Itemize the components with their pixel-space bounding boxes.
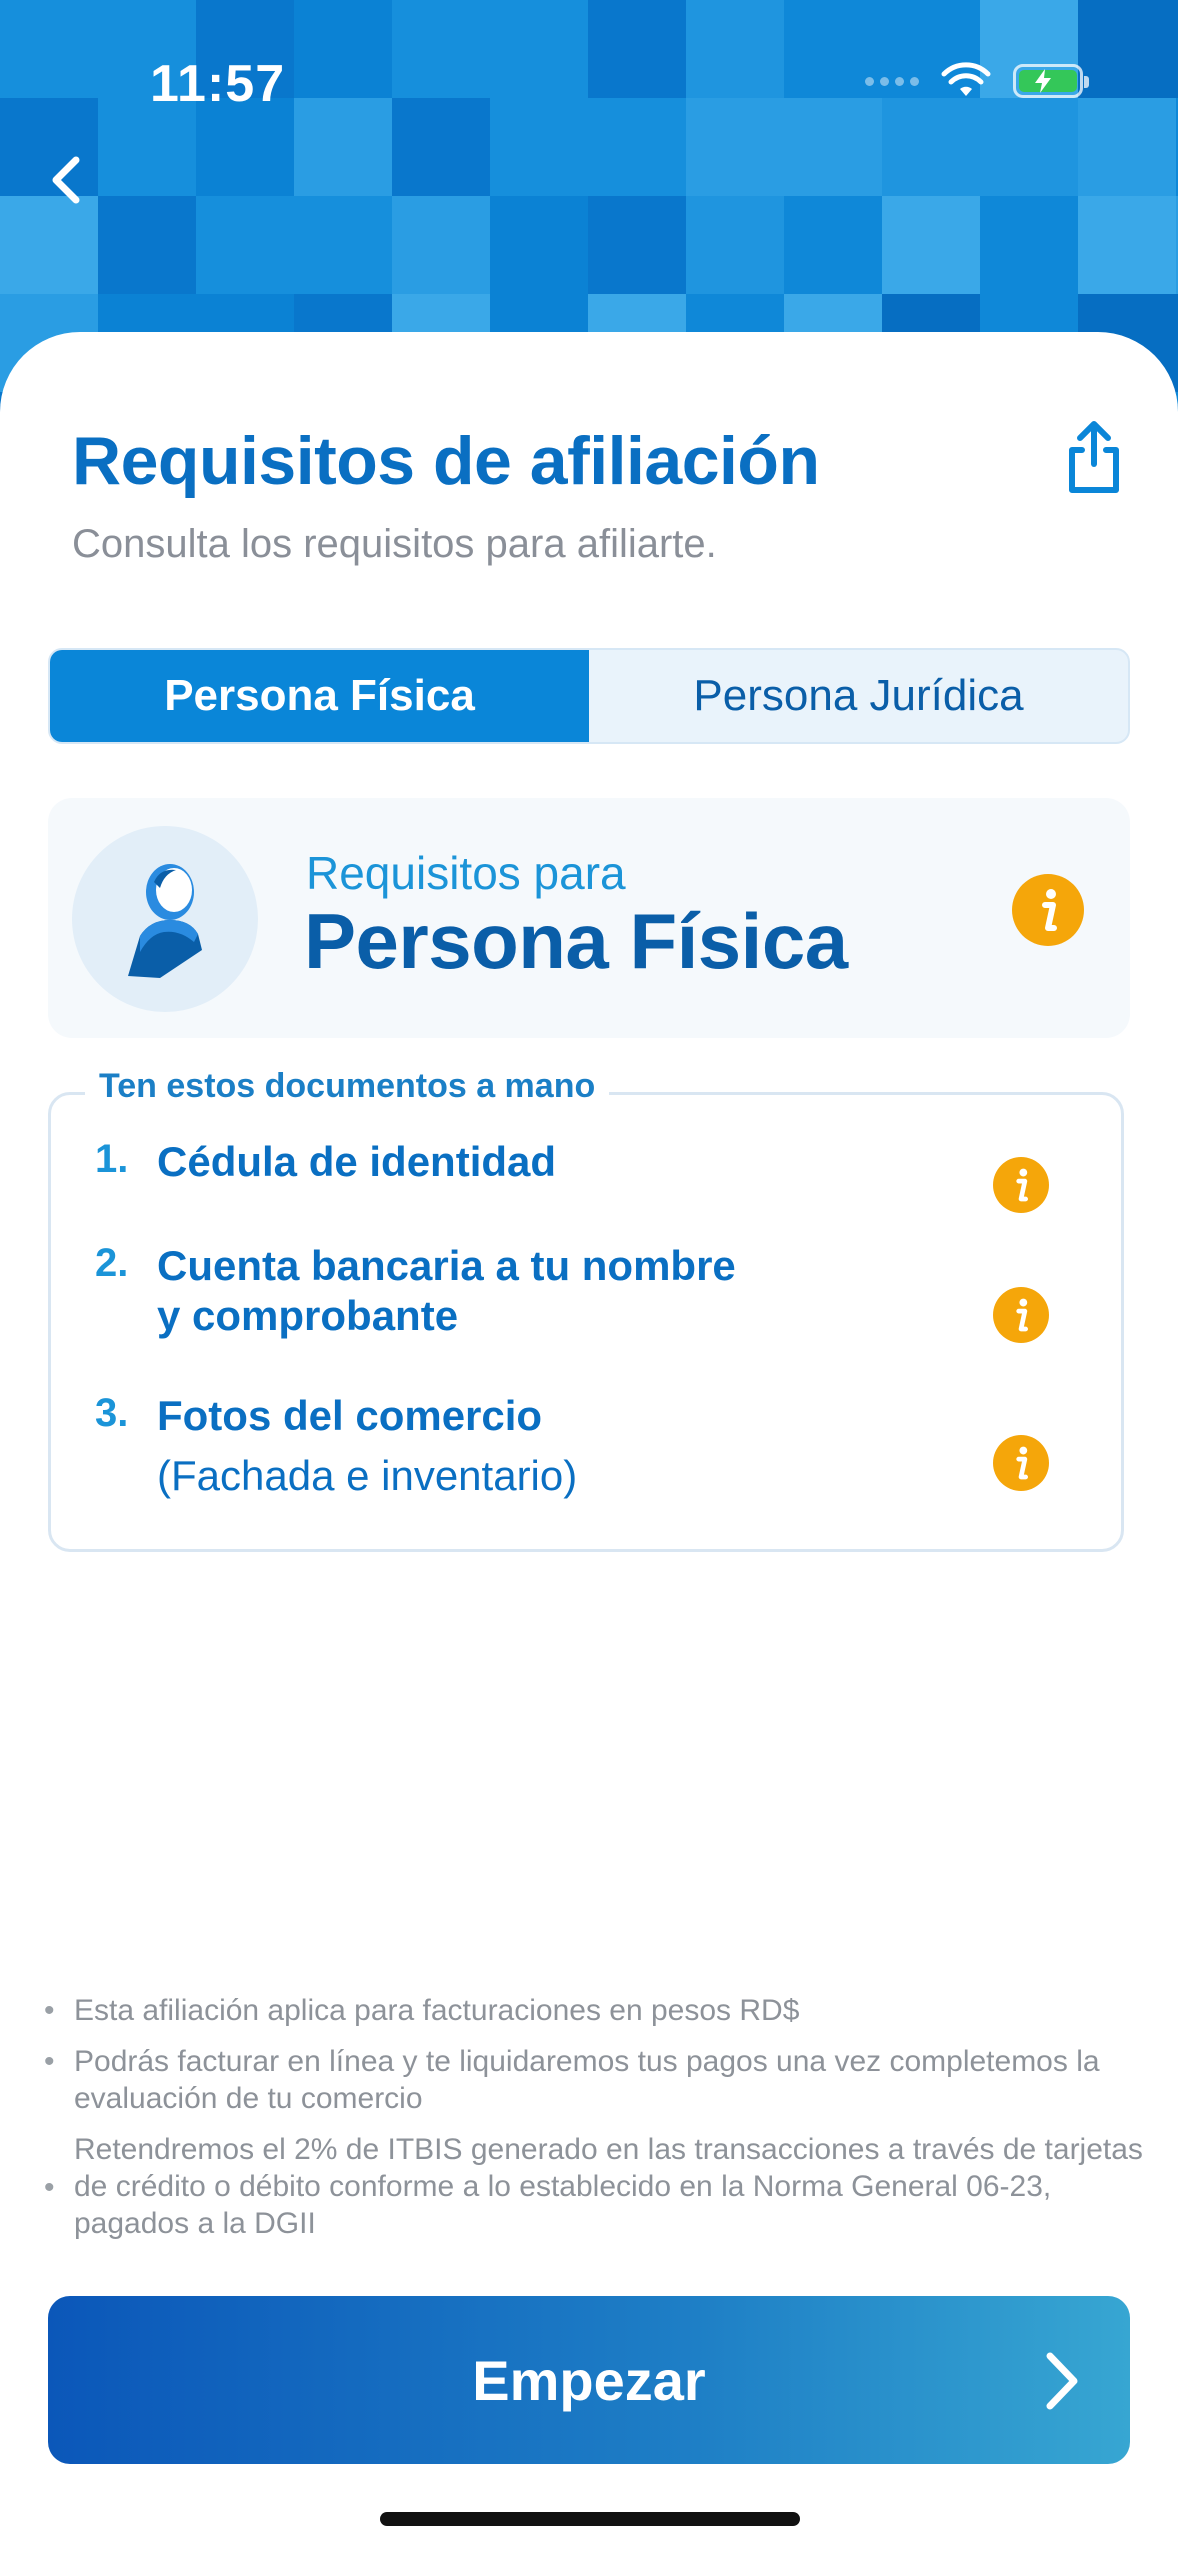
wifi-icon — [941, 62, 991, 96]
header-tile — [294, 196, 392, 294]
document-number: 3. — [95, 1391, 129, 1435]
share-icon — [1069, 421, 1119, 493]
page-subtitle: Consulta los requisitos para afiliarte. — [72, 522, 717, 566]
document-number: 2. — [95, 1241, 129, 1285]
person-avatar — [72, 826, 258, 1012]
requirements-panel: Requisitos para Persona Física — [48, 798, 1130, 1038]
start-button-label: Empezar — [472, 2348, 706, 2412]
back-button[interactable] — [40, 140, 100, 220]
header-tile — [392, 0, 490, 98]
document-info-button[interactable] — [993, 1435, 1049, 1491]
info-icon — [993, 1435, 1049, 1491]
header-tile — [196, 196, 294, 294]
document-line1: Fotos del comercio — [157, 1392, 543, 1439]
header-tile — [882, 196, 980, 294]
requirements-label: Requisitos para — [306, 847, 626, 899]
battery-icon — [1013, 64, 1089, 98]
document-line1: Cédula de identidad — [157, 1138, 557, 1185]
header-tile — [588, 196, 686, 294]
header-tile — [1078, 196, 1176, 294]
header-tile — [784, 196, 882, 294]
header-tile — [1078, 98, 1176, 196]
header-tile — [392, 196, 490, 294]
status-icons — [865, 62, 1089, 100]
document-line2: y comprobante — [157, 1292, 459, 1339]
info-icon — [1012, 874, 1084, 946]
requirements-info-button[interactable] — [1012, 874, 1084, 946]
document-text: Cédula de identidad — [157, 1137, 556, 1187]
header-tile — [784, 98, 882, 196]
documents-box: Ten estos documentos a mano 1. Cédula de… — [48, 1067, 1124, 1552]
share-button[interactable] — [1062, 418, 1126, 498]
document-text: Fotos del comercio (Fachada e inventario… — [157, 1391, 577, 1501]
cellular-signal-icon — [865, 76, 919, 86]
header-tile — [294, 98, 392, 196]
document-line2: (Fachada e inventario) — [157, 1452, 578, 1499]
content-card: Requisitos de afiliación Consulta los re… — [0, 332, 1178, 2556]
note-item: • Retendremos el 2% de ITBIS generado en… — [44, 2131, 1144, 2242]
header-tile — [490, 98, 588, 196]
header-tile — [98, 196, 196, 294]
info-icon — [993, 1157, 1049, 1213]
document-text: Cuenta bancaria a tu nombre y comprobant… — [157, 1241, 736, 1341]
note-item: • Podrás facturar en línea y te liquidar… — [44, 2043, 1144, 2117]
documents-legend: Ten estos documentos a mano — [85, 1067, 610, 1106]
bullet-icon: • — [44, 2045, 55, 2078]
tab-persona-fisica[interactable]: Persona Física — [50, 650, 589, 742]
page-title: Requisitos de afiliación — [72, 423, 820, 499]
header-tile — [588, 0, 686, 98]
note-item: • Esta afiliación aplica para facturacio… — [44, 1992, 1144, 2029]
note-text: Esta afiliación aplica para facturacione… — [74, 1994, 800, 2027]
header-tile — [588, 98, 686, 196]
tab-persona-juridica[interactable]: Persona Jurídica — [589, 650, 1128, 742]
chevron-right-icon — [1046, 2352, 1078, 2410]
header-tile — [882, 98, 980, 196]
document-info-button[interactable] — [993, 1287, 1049, 1343]
header-tile — [294, 0, 392, 98]
header-tile — [1078, 0, 1176, 98]
header-tile — [686, 98, 784, 196]
note-text: Podrás facturar en línea y te liquidarem… — [74, 2045, 1100, 2115]
person-icon — [128, 864, 202, 978]
bullet-icon: • — [44, 2171, 55, 2204]
header-tile — [980, 196, 1078, 294]
notes-list: • Esta afiliación aplica para facturacio… — [44, 1992, 1144, 2256]
document-info-button[interactable] — [993, 1157, 1049, 1213]
home-indicator — [380, 2512, 800, 2526]
note-text: Retendremos el 2% de ITBIS generado en l… — [74, 2133, 1143, 2240]
header-tile — [0, 0, 98, 98]
header-tile — [490, 196, 588, 294]
header-tile — [980, 98, 1078, 196]
header-tile — [392, 98, 490, 196]
person-type-tabs: Persona Física Persona Jurídica — [48, 648, 1130, 744]
document-number: 1. — [95, 1137, 129, 1181]
bullet-icon: • — [44, 1994, 55, 2027]
header-tile — [490, 0, 588, 98]
status-time: 11:57 — [150, 55, 286, 113]
header-tile — [686, 0, 784, 98]
start-button[interactable]: Empezar — [48, 2296, 1130, 2464]
document-line1: Cuenta bancaria a tu nombre — [157, 1242, 736, 1289]
chevron-left-icon — [52, 156, 80, 204]
header-tile — [686, 196, 784, 294]
requirements-title: Persona Física — [304, 897, 848, 985]
info-icon — [993, 1287, 1049, 1343]
